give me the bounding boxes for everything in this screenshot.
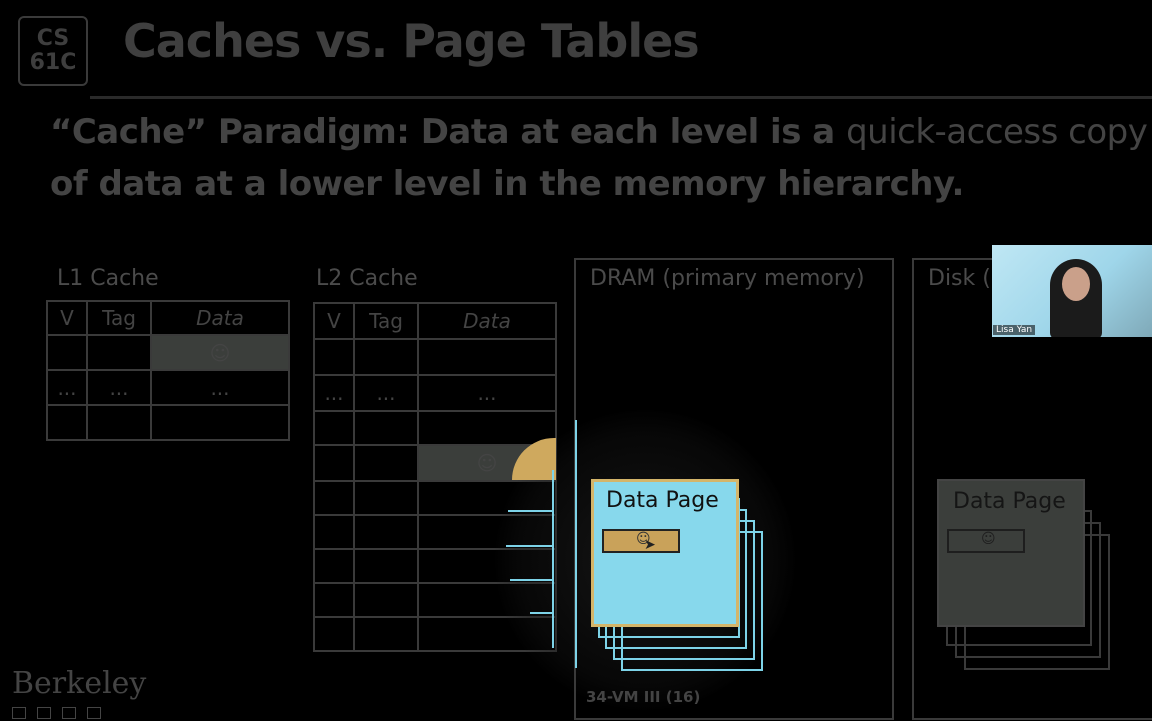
l1-header-v: V [46, 300, 88, 336]
l2-cache-label: L2 Cache [316, 266, 418, 291]
transfer-beam-line [510, 579, 554, 581]
transfer-beam-edge [552, 470, 554, 648]
l1-data-block: ☺ [150, 334, 290, 371]
l1-cell [86, 334, 152, 371]
slide-title: Caches vs. Page Tables [123, 14, 700, 68]
l2-cell: ... [313, 374, 355, 412]
dram-page-title: Data Page [606, 488, 719, 513]
l1-header-data: Data [150, 300, 290, 336]
l2-cell [313, 410, 355, 446]
l2-cell [313, 616, 355, 652]
disk-page-title: Data Page [953, 489, 1066, 514]
l2-cell [353, 582, 419, 618]
l2-cell [353, 616, 419, 652]
video-controls [12, 702, 107, 721]
l2-header-v: V [313, 302, 355, 340]
l2-cell: ... [417, 374, 557, 412]
l2-cell [313, 338, 355, 376]
disk-block-glyph: ☺ [981, 531, 996, 547]
l2-cell [353, 514, 419, 550]
l2-cell [417, 338, 557, 376]
l2-cell [313, 548, 355, 584]
transfer-beam-line [506, 545, 554, 547]
l2-cell [353, 480, 419, 516]
slide-paragraph: “Cache” Paradigm: Data at each level is … [50, 106, 1152, 210]
paragraph-bold-1: “Cache” Paradigm: Data at each level is … [50, 112, 847, 152]
control-icon[interactable] [62, 706, 77, 719]
transfer-beam-line [508, 510, 554, 512]
l2-cell [313, 444, 355, 482]
presenter-video[interactable]: Lisa Yan [992, 245, 1152, 337]
paragraph-line-2: of data at a lower level in the memory h… [50, 164, 964, 204]
presenter-face [1062, 267, 1090, 301]
l2-header-data: Data [417, 302, 557, 340]
l1-cell [86, 404, 152, 441]
l1-cell [46, 334, 88, 371]
title-divider [90, 96, 1152, 99]
l2-cell [313, 514, 355, 550]
control-icon[interactable] [87, 706, 102, 719]
dram-highlight-edge [575, 420, 577, 668]
l1-cell: ... [46, 369, 88, 406]
presenter-name: Lisa Yan [993, 325, 1036, 335]
l1-cell: ... [86, 369, 152, 406]
berkeley-logo: Berkeley [12, 666, 147, 701]
l2-cell [353, 548, 419, 584]
l2-header-tag: Tag [353, 302, 419, 340]
dram-data-block: ☺ ➤ [602, 529, 680, 553]
l2-cell [353, 410, 419, 446]
l2-cell [313, 582, 355, 618]
logo-line-2: 61C [29, 50, 77, 75]
slide-number: 34-VM III (16) [586, 688, 701, 706]
cs61c-logo: CS 61C [18, 16, 88, 86]
control-icon[interactable] [37, 706, 52, 719]
disk-data-page: Data Page ☺ [937, 479, 1085, 627]
l1-cache-table: V Tag Data ☺ ... ... ... [46, 300, 290, 441]
cursor-icon: ➤ [644, 537, 656, 553]
l2-cell [313, 480, 355, 516]
l2-cell [417, 410, 557, 446]
l1-cell [46, 404, 88, 441]
disk-data-block: ☺ [947, 529, 1025, 553]
l1-header-tag: Tag [86, 300, 152, 336]
l2-cell: ... [353, 374, 419, 412]
control-icon[interactable] [12, 706, 26, 719]
logo-line-1: CS [36, 26, 70, 51]
dram-data-page: Data Page ☺ ➤ [591, 479, 739, 627]
l2-cell [353, 444, 419, 482]
dram-label: DRAM (primary memory) [590, 266, 865, 291]
paragraph-light: quick-access copy [846, 112, 1148, 152]
transfer-beam-line [530, 612, 554, 614]
paragraph-line-1: “Cache” Paradigm: Data at each level is … [50, 106, 1152, 158]
l1-cache-label: L1 Cache [57, 266, 159, 291]
l1-cell [150, 404, 290, 441]
l1-cell: ... [150, 369, 290, 406]
l2-cell [353, 338, 419, 376]
